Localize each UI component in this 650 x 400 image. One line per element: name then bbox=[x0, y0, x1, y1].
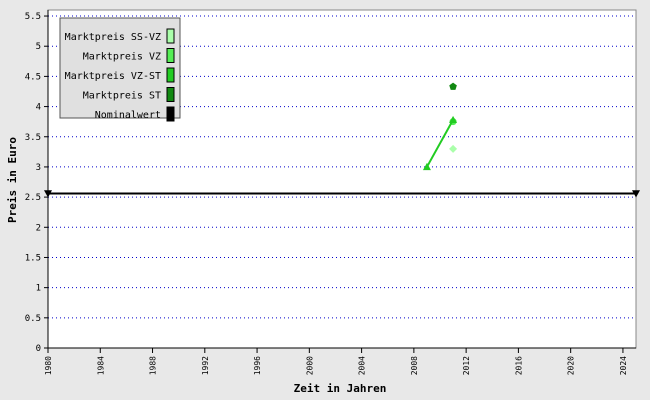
x-tick-label: 2004 bbox=[358, 356, 367, 375]
x-tick-label: 1992 bbox=[201, 356, 210, 375]
legend-swatch bbox=[166, 28, 175, 44]
chart: 1980 1984 1988 1992 1996 2000 2004 2008 2012 2016… bbox=[6, 9, 640, 395]
x-tick-label: 1996 bbox=[253, 356, 262, 375]
y-tick-label: 3.5 bbox=[25, 133, 41, 143]
y-axis-label: Preis in Euro bbox=[6, 137, 19, 223]
legend-label: Marktpreis VZ bbox=[83, 52, 161, 63]
y-tick-label: 3 bbox=[36, 163, 41, 173]
legend-label: Nominalwert bbox=[95, 110, 161, 121]
x-tick-label: 2024 bbox=[619, 356, 628, 375]
legend-swatch bbox=[166, 106, 175, 122]
x-tick-label: 2012 bbox=[462, 356, 471, 375]
y-tick-label: 1.5 bbox=[25, 253, 41, 263]
x-tick-label: 2000 bbox=[305, 356, 314, 375]
x-tick-label: 1984 bbox=[96, 356, 105, 375]
y-tick-label: 0 bbox=[36, 344, 41, 354]
x-axis-label: Zeit in Jahren bbox=[294, 382, 387, 395]
x-tick-label: 2008 bbox=[410, 356, 419, 375]
y-tick-label: 4 bbox=[36, 103, 41, 113]
y-tick-label: 2.5 bbox=[25, 193, 41, 203]
legend-swatch bbox=[166, 48, 175, 63]
y-tick-label: 4.5 bbox=[25, 72, 41, 82]
y-tick-label: 1 bbox=[36, 284, 41, 294]
x-tick-label: 1988 bbox=[149, 356, 158, 375]
legend-swatch bbox=[166, 87, 175, 102]
x-tick-label: 2020 bbox=[567, 356, 576, 375]
x-tick-label: 2016 bbox=[514, 356, 523, 375]
legend-label: Marktpreis ST bbox=[83, 91, 161, 102]
y-tick-label: 5.5 bbox=[25, 12, 41, 22]
y-tick-label: 0.5 bbox=[25, 314, 41, 324]
legend: Marktpreis SS-VZ Marktpreis VZ Marktpreis … bbox=[59, 17, 181, 122]
x-tick-label: 1980 bbox=[44, 356, 53, 375]
x-axis: 1980 1984 1988 1992 1996 2000 2004 2008 2012 2016… bbox=[44, 347, 636, 375]
legend-label: Marktpreis VZ-ST bbox=[65, 71, 161, 82]
legend-swatch bbox=[166, 67, 175, 83]
y-tick-label: 5 bbox=[36, 42, 41, 52]
y-axis: 0 0.5 1 1.5 2 2.5 3 3.5 4 4.5 5 5.5 bbox=[25, 10, 49, 354]
legend-label: Marktpreis SS-VZ bbox=[65, 32, 161, 43]
y-tick-label: 2 bbox=[36, 223, 41, 233]
